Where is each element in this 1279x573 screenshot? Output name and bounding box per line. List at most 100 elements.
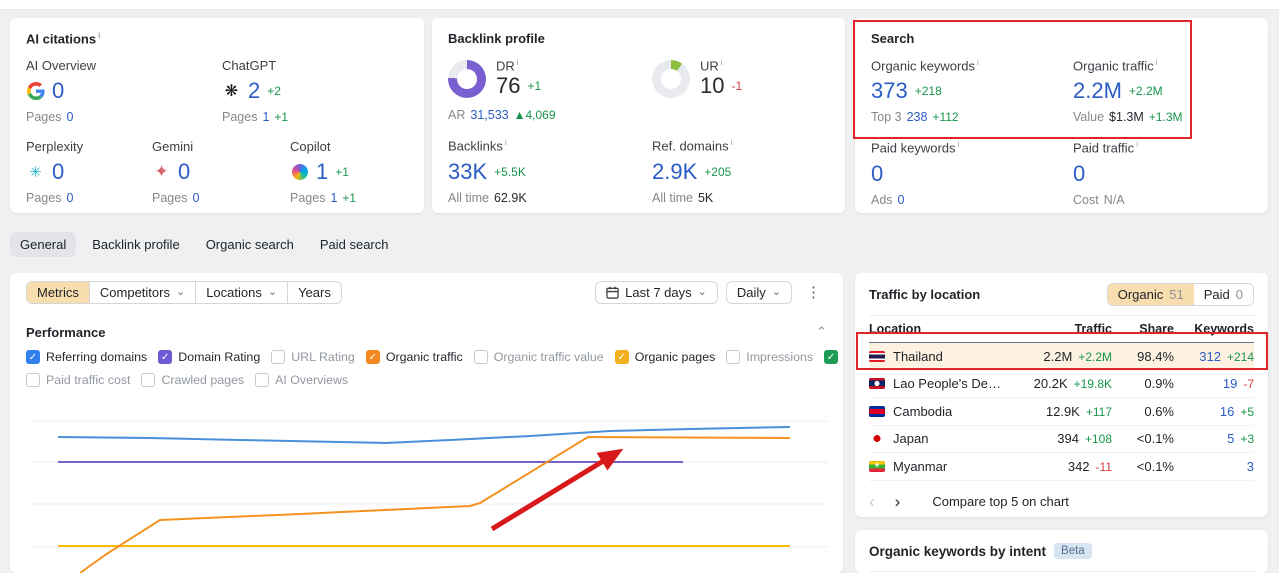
info-icon: i bbox=[730, 138, 733, 148]
location-table-header: Location Traffic Share Keywords bbox=[869, 315, 1254, 343]
ur-donut-chart bbox=[652, 59, 690, 98]
compare-top5-link[interactable]: Compare top 5 on chart bbox=[932, 494, 1069, 509]
toggle-paid[interactable]: Paid 0 bbox=[1193, 284, 1253, 305]
more-options-icon[interactable]: ⋮ bbox=[800, 283, 827, 301]
ur-stat: UR i 10 -1 bbox=[652, 58, 829, 122]
dr-stat: DR i 76 +1 AR 31,533 ▲4,069 bbox=[448, 58, 556, 123]
organic-keywords-stat: Organic keywords i 373 +218 Top 3 238 +112 bbox=[871, 58, 979, 125]
checkbox-icon: ✓ bbox=[614, 350, 629, 364]
performance-chart-svg bbox=[30, 420, 828, 573]
checkbox-icon: ✓ bbox=[158, 350, 173, 364]
info-icon: i bbox=[957, 140, 960, 150]
metric-url-rating[interactable]: URL Rating bbox=[271, 350, 355, 364]
info-icon: i bbox=[977, 58, 979, 67]
competitors-filter-button[interactable]: Competitors ⌄ bbox=[90, 281, 197, 303]
prev-page-icon[interactable]: ‹ bbox=[869, 493, 875, 510]
info-icon: i bbox=[1155, 58, 1158, 67]
info-icon: i bbox=[516, 58, 519, 67]
column-traffic[interactable]: Traffic bbox=[1004, 322, 1112, 336]
perplexity-stat: Perplexity ✳ 0 Pages 0 bbox=[26, 139, 84, 206]
gemini-stat: Gemini ✦ 0 Pages 0 bbox=[152, 139, 200, 206]
metric-paid-traffic[interactable]: ✓Paid traffic bbox=[824, 350, 843, 364]
collapse-chevron-icon[interactable]: ⌃ bbox=[816, 324, 827, 340]
chatgpt-stat: ChatGPT ❋ 2 +2 Pages 1 +1 bbox=[222, 58, 289, 125]
calendar-icon bbox=[606, 286, 619, 299]
metric-organic-pages[interactable]: ✓ Organic pages bbox=[614, 350, 715, 364]
checkbox-icon: ✓ bbox=[824, 350, 839, 364]
search-title: Search bbox=[871, 31, 915, 46]
filter-button-group: Metrics Competitors ⌄ Locations ⌄ Years bbox=[26, 280, 342, 304]
perplexity-icon: ✳ bbox=[29, 164, 42, 182]
metric-toggles: ✓ Referring domains ✓ Domain Rating URL Ra… bbox=[26, 350, 839, 387]
location-pager: ‹ › Compare top 5 on chart bbox=[869, 493, 1254, 510]
paid-keywords-stat: Paid keywords i 0 Ads 0 bbox=[871, 140, 960, 207]
info-icon: i bbox=[98, 31, 101, 40]
next-page-icon[interactable]: › bbox=[895, 493, 901, 510]
location-row-japan[interactable]: Japan 394 +108 <0.1% 5 +3 bbox=[869, 426, 1254, 453]
paid-traffic-stat: Paid traffic i 0 Cost N/A bbox=[1073, 140, 1138, 207]
chevron-down-icon: ⌄ bbox=[771, 285, 781, 298]
backlinks-stat: Backlinks i 33K +5.5K All time 62.9K bbox=[448, 138, 527, 205]
tab-organic-search[interactable]: Organic search bbox=[196, 232, 304, 257]
location-row-cambodia[interactable]: Cambodia 12.9K +117 0.6% 16 +5 bbox=[869, 398, 1254, 426]
date-range-button[interactable]: Last 7 days ⌄ bbox=[595, 280, 718, 304]
metric-domain-rating[interactable]: ✓ Domain Rating bbox=[158, 350, 260, 364]
column-location[interactable]: Location bbox=[869, 322, 1004, 336]
metric-organic-traffic[interactable]: ✓ Organic traffic bbox=[365, 350, 463, 364]
intent-card: Organic keywords by intent Beta bbox=[855, 530, 1268, 573]
traffic-by-location-title: Traffic by location bbox=[869, 287, 981, 302]
ai-overview-stat: AI Overview 0 Pages 0 bbox=[26, 58, 97, 125]
flag-myanmar-icon bbox=[869, 460, 885, 472]
column-keywords[interactable]: Keywords bbox=[1174, 322, 1254, 336]
metric-referring-domains[interactable]: ✓ Referring domains bbox=[26, 350, 147, 364]
chevron-down-icon: ⌄ bbox=[267, 285, 278, 298]
flag-thailand-icon bbox=[869, 350, 885, 362]
metric-impressions[interactable]: Impressions bbox=[726, 350, 813, 364]
traffic-by-location-card: Traffic by location Organic 51 Paid 0 Loca… bbox=[855, 273, 1268, 517]
location-row-thailand[interactable]: Thailand 2.2M +2.2M 98.4% 312 +214 bbox=[869, 343, 1254, 371]
dr-donut-chart bbox=[448, 59, 486, 98]
ai-citations-card: AI citations i AI Overview 0 Pages 0 ChatG… bbox=[10, 18, 424, 213]
toggle-organic[interactable]: Organic 51 bbox=[1107, 284, 1194, 305]
search-card: Search Organic keywords i 373 +218 Top 3 23… bbox=[855, 18, 1268, 213]
flag-cambodia-icon bbox=[869, 405, 885, 417]
organic-traffic-stat: Organic traffic i 2.2M +2.2M Value $1.3M +1.… bbox=[1073, 58, 1183, 125]
intent-title: Organic keywords by intent bbox=[869, 543, 1047, 559]
info-icon: i bbox=[1136, 140, 1138, 150]
chatgpt-icon: ❋ bbox=[224, 83, 239, 101]
header-strip bbox=[0, 0, 1279, 10]
location-row-laos[interactable]: Lao People's Democratic Reput 20.2K+19.8… bbox=[869, 371, 1254, 398]
flag-japan-icon bbox=[869, 433, 885, 445]
backlink-profile-title: Backlink profile bbox=[448, 31, 545, 46]
tab-general[interactable]: General bbox=[10, 232, 77, 257]
gemini-icon: ✦ bbox=[154, 162, 169, 182]
copilot-icon bbox=[290, 163, 309, 182]
section-tabs: General Backlink profile Organic search … bbox=[10, 232, 399, 257]
google-icon bbox=[26, 82, 45, 101]
checkbox-icon bbox=[473, 350, 488, 364]
beta-badge: Beta bbox=[1054, 543, 1092, 559]
organic-paid-toggle: Organic 51 Paid 0 bbox=[1106, 283, 1254, 306]
copilot-stat: Copilot 1 +1 Pages 1 +1 bbox=[290, 139, 357, 206]
metric-organic-traffic-value[interactable]: Organic traffic value bbox=[473, 350, 604, 364]
info-icon: i bbox=[504, 138, 507, 148]
metrics-filter-button[interactable]: Metrics bbox=[27, 281, 90, 303]
granularity-button[interactable]: Daily ⌄ bbox=[725, 280, 792, 304]
flag-laos-icon bbox=[869, 378, 885, 390]
location-row-myanmar[interactable]: Myanmar 342-11 <0.1% 3 bbox=[869, 453, 1254, 481]
locations-filter-button[interactable]: Locations ⌄ bbox=[196, 281, 289, 303]
checkbox-icon bbox=[271, 350, 286, 364]
chevron-down-icon: ⌄ bbox=[697, 285, 707, 298]
divider bbox=[869, 571, 1254, 572]
info-icon: i bbox=[720, 58, 723, 67]
years-filter-button[interactable]: Years bbox=[288, 282, 341, 303]
checkbox-icon: ✓ bbox=[26, 350, 40, 364]
tab-backlink-profile[interactable]: Backlink profile bbox=[82, 232, 189, 257]
column-share[interactable]: Share bbox=[1112, 322, 1174, 336]
checkbox-icon bbox=[726, 350, 741, 364]
checkbox-icon: ✓ bbox=[365, 350, 380, 364]
ai-citations-title: AI citations i bbox=[26, 31, 101, 47]
backlink-profile-card: Backlink profile DR i 76 +1 AR 31,533 ▲4,069… bbox=[432, 18, 845, 213]
performance-title: Performance bbox=[26, 324, 106, 340]
tab-paid-search[interactable]: Paid search bbox=[310, 232, 399, 257]
